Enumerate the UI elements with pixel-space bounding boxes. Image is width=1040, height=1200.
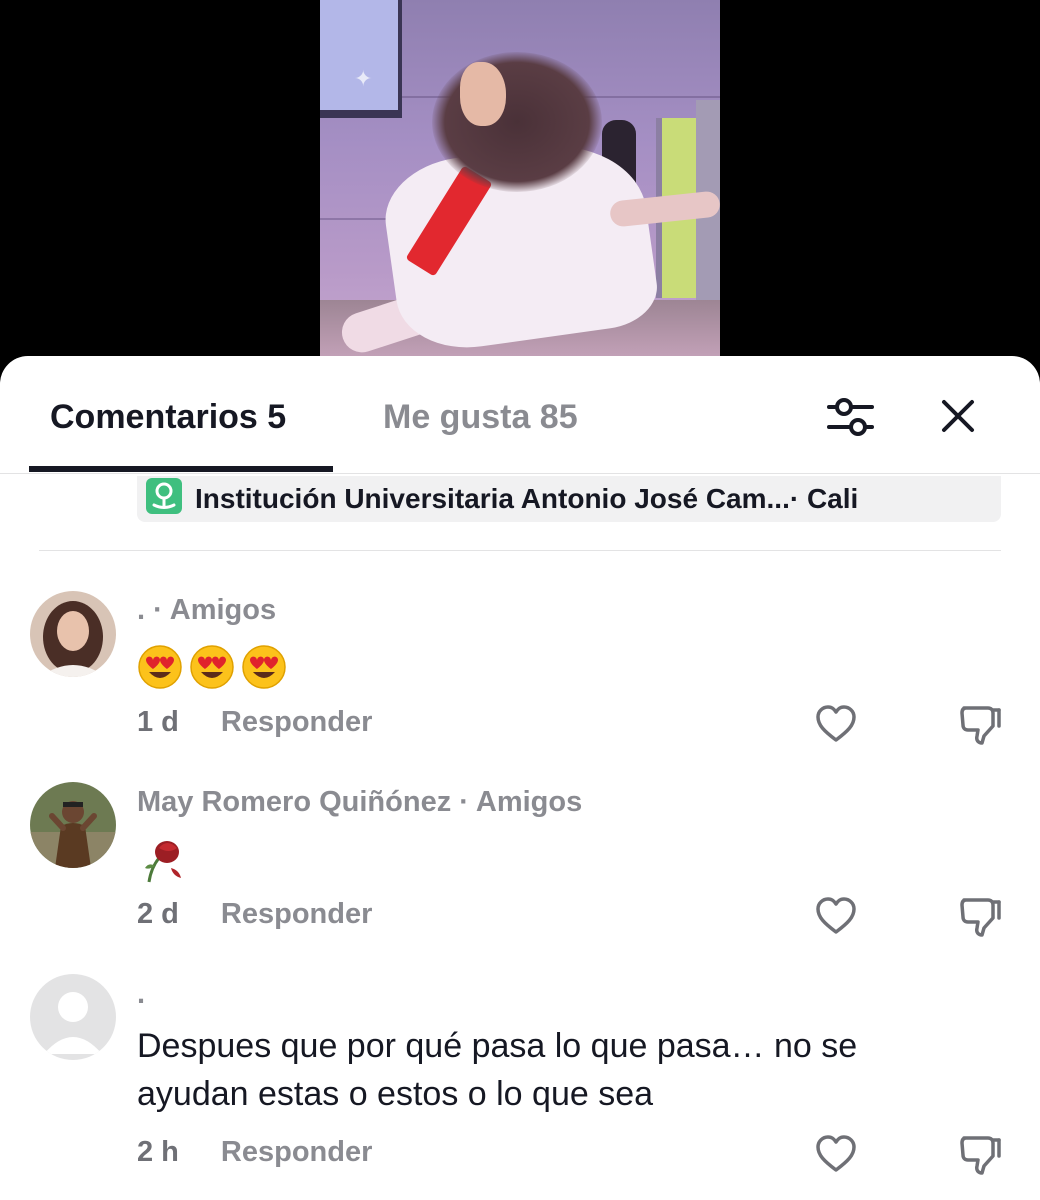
reply-button[interactable]: Responder [221,706,372,739]
location-text: Institución Universitaria Antonio José C… [195,483,859,514]
wilted-rose-emoji-icon [145,841,181,883]
thumbs-down-icon [960,706,1001,745]
like-button[interactable] [814,1134,858,1174]
reply-button[interactable]: Responder [221,1136,372,1169]
tabs-row: Comentarios 5 Me gusta 85 [0,356,1040,474]
projector-screen: ✦ [320,0,402,118]
comment-content [137,644,287,690]
comment-text: Despues que por qué pasa lo que pasa… no… [137,1027,858,1113]
comment-username[interactable]: May Romero Quiñónez · Amigos [137,786,582,819]
like-button[interactable] [814,896,858,936]
avatar-image [30,782,116,868]
dancer-hair [432,52,602,192]
map-pin-icon [146,478,182,514]
location-chip[interactable]: Institución Universitaria Antonio José C… [137,476,1001,522]
comment-username[interactable]: . · Amigos [137,594,276,627]
active-tab-indicator [29,466,333,472]
heart-eyes-emoji-icon [190,645,234,689]
filter-button[interactable] [824,392,878,442]
close-icon [942,400,974,432]
tab-comments[interactable]: Comentarios 5 [50,398,286,437]
comment-meta: 2 h Responder [137,1136,372,1169]
comment-username[interactable]: . [137,978,145,1011]
sliders-icon [827,398,874,436]
heart-outline-icon [816,1135,856,1172]
heart-outline-icon [816,705,856,742]
avatar-image [30,591,116,677]
heart-eyes-emoji-icon [138,645,182,689]
comment-age: 2 h [137,1136,179,1168]
dancer-face [460,62,506,126]
comment-meta: 2 d Responder [137,898,372,931]
comment-age: 1 d [137,706,179,738]
divider [39,550,1001,551]
tab-likes[interactable]: Me gusta 85 [383,398,578,437]
thumbs-down-icon [960,898,1001,937]
video-area[interactable]: ✦ [0,0,1040,380]
dislike-button[interactable] [958,894,1002,938]
comments-sheet: Comentarios 5 Me gusta 85 Institución Un… [0,356,1040,1200]
comment-age: 2 d [137,898,179,930]
sparkle-icon: ✦ [354,66,373,91]
dislike-button[interactable] [958,1132,1002,1176]
like-button[interactable] [814,704,858,744]
avatar[interactable] [30,974,116,1060]
heart-eyes-emoji-icon [242,645,286,689]
comment-content [137,834,189,886]
dislike-button[interactable] [958,702,1002,746]
thumbs-down-icon [960,1136,1001,1175]
close-button[interactable] [932,390,984,442]
avatar[interactable] [30,782,116,868]
avatar[interactable] [30,591,116,677]
video-frame[interactable]: ✦ [320,0,720,360]
default-avatar-icon [30,974,116,1060]
comment-meta: 1 d Responder [137,706,372,739]
heart-outline-icon [816,897,856,934]
reply-button[interactable]: Responder [221,898,372,931]
